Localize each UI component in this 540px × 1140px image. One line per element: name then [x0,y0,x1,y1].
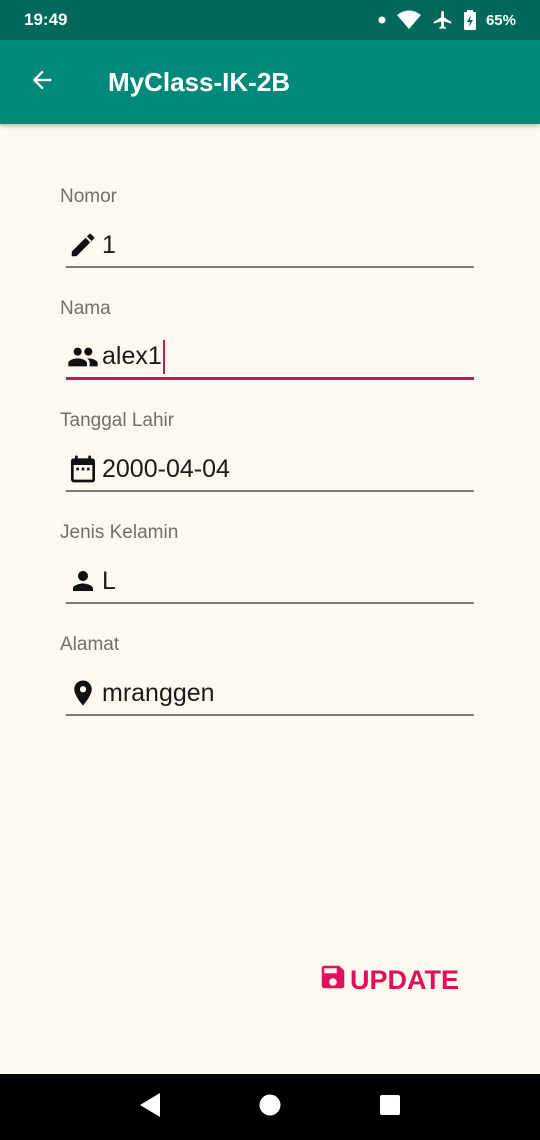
update-label: UPDATE [350,964,460,995]
update-button[interactable]: UPDATE [318,958,459,1002]
system-nav-bar [0,1074,540,1140]
notification-dot-icon [378,16,386,24]
field-label-nomor: Nomor [60,186,118,207]
tanggal-lahir-value: 2000-04-04 [102,454,230,483]
back-triangle-icon [138,1092,162,1123]
location-pin-icon [66,676,100,710]
status-time: 19:49 [24,10,68,29]
app-bar: MyClass-IK-2B [0,40,540,124]
tanggal-lahir-input[interactable]: 2000-04-04 [66,448,474,492]
jenis-kelamin-input[interactable]: L [66,560,474,604]
wifi-icon [396,10,422,30]
nama-input[interactable]: alex1 [66,336,474,380]
nomor-value: 1 [102,230,116,259]
field-label-alamat: Alamat [60,634,120,655]
recents-square-icon [378,1093,402,1122]
calendar-icon [66,452,100,486]
field-label-nama: Nama [60,298,111,319]
people-icon [66,340,100,374]
alamat-value: mranggen [102,678,215,707]
battery-icon [463,10,476,30]
arrow-back-icon [28,66,56,99]
field-label-jenis-kelamin: Jenis Kelamin [60,522,179,543]
jenis-kelamin-value: L [102,566,116,595]
text-cursor [162,339,165,374]
home-circle-icon [258,1093,282,1122]
nav-recents-button[interactable] [366,1083,414,1131]
nav-back-button[interactable] [126,1083,174,1131]
airplane-icon [432,9,454,31]
back-button[interactable] [0,40,84,124]
alamat-input[interactable]: mranggen [66,672,474,716]
status-icons: 65% [378,9,516,31]
status-bar: 19:49 65% [0,0,540,40]
field-label-tanggal-lahir: Tanggal Lahir [60,410,175,431]
battery-percent: 65% [485,11,516,29]
nomor-input[interactable]: 1 [66,224,474,268]
nav-home-button[interactable] [246,1083,294,1131]
save-icon [318,962,348,999]
person-icon [66,564,100,598]
nama-value: alex1 [102,342,162,370]
page-title: MyClass-IK-2B [108,66,291,97]
pencil-icon [66,228,100,262]
